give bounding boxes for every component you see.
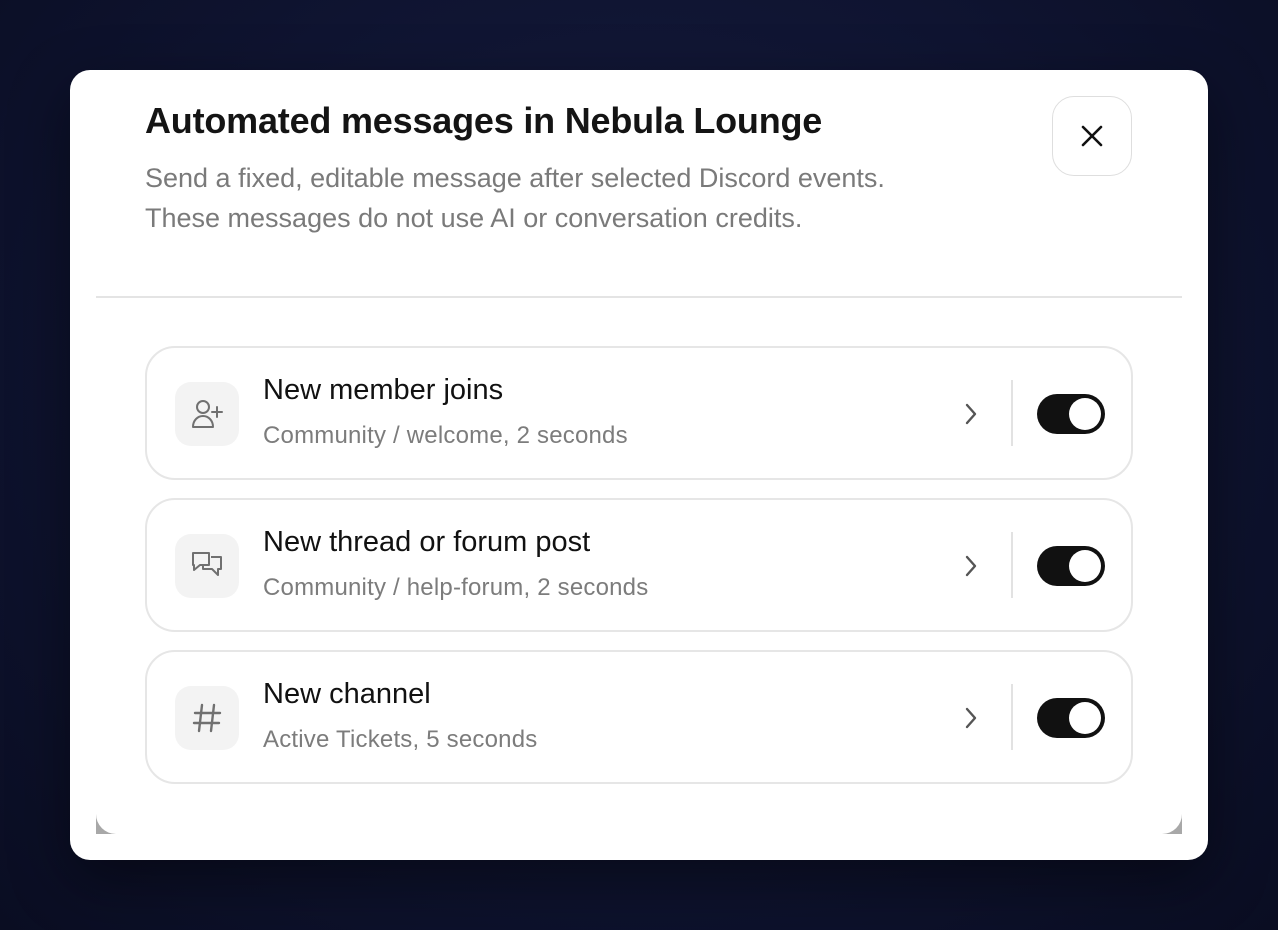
close-icon	[1081, 125, 1103, 147]
dialog-subtitle-line-2: These messages do not use AI or conversa…	[145, 203, 803, 233]
dialog-title: Automated messages in Nebula Lounge	[145, 100, 823, 141]
card-separator	[1011, 684, 1013, 750]
dialog-subtitle-line-1: Send a fixed, editable message after sel…	[145, 163, 885, 193]
automation-details: Active Tickets, 5 seconds	[263, 726, 538, 753]
toggle-knob	[1069, 398, 1101, 430]
automation-icon-box	[175, 382, 239, 446]
automation-icon-box	[175, 534, 239, 598]
chevron-right-icon[interactable]	[955, 702, 987, 734]
automation-toggle-new-channel[interactable]	[1037, 698, 1105, 738]
close-button[interactable]	[1052, 96, 1132, 176]
toggle-knob	[1069, 702, 1101, 734]
messages-icon	[192, 552, 222, 576]
user-plus-icon	[192, 400, 223, 428]
automation-card-new-thread[interactable]: New thread or forum post Community / hel…	[145, 498, 1133, 632]
automation-title: New channel	[263, 678, 431, 710]
toggle-knob	[1069, 550, 1101, 582]
chevron-right-icon[interactable]	[955, 398, 987, 430]
header-divider	[96, 296, 1182, 298]
hash-icon	[192, 703, 222, 733]
automation-card-new-member[interactable]: New member joins Community / welcome, 2 …	[145, 346, 1133, 480]
chevron-right-icon[interactable]	[955, 550, 987, 582]
automation-card-new-channel[interactable]: New channel Active Tickets, 5 seconds	[145, 650, 1133, 784]
automated-messages-dialog: Automated messages in Nebula Lounge Send…	[70, 70, 1208, 860]
automation-icon-box	[175, 686, 239, 750]
automation-details: Community / help-forum, 2 seconds	[263, 574, 649, 601]
dialog-subtitle: Send a fixed, editable message after sel…	[145, 158, 1005, 238]
scroll-area-bottom	[96, 784, 1182, 834]
automation-details: Community / welcome, 2 seconds	[263, 422, 628, 449]
automation-toggle-new-member[interactable]	[1037, 394, 1105, 434]
automation-title: New thread or forum post	[263, 526, 591, 558]
automation-toggle-new-thread[interactable]	[1037, 546, 1105, 586]
automation-title: New member joins	[263, 374, 504, 406]
card-separator	[1011, 532, 1013, 598]
card-separator	[1011, 380, 1013, 446]
